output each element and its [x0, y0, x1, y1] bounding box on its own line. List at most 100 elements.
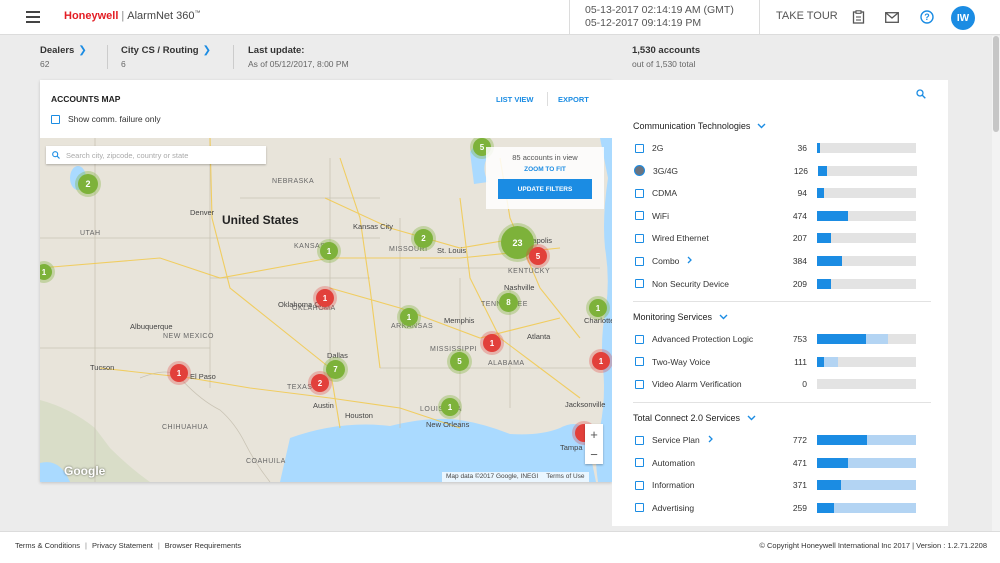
filter-checkbox[interactable] — [635, 480, 644, 490]
filter-checkbox-selected[interactable] — [634, 165, 645, 177]
scrollbar-thumb[interactable] — [993, 36, 999, 132]
update-filters-button[interactable]: UPDATE FILTERS — [498, 179, 592, 199]
count-bar-fill — [817, 502, 834, 513]
filter-row[interactable]: Information 371 — [635, 478, 931, 492]
filter-row[interactable]: Wired Ethernet 207 — [635, 231, 931, 245]
filter-row[interactable]: Advanced Protection Logic 753 — [635, 332, 931, 346]
search-icon[interactable] — [916, 86, 926, 104]
filter-row[interactable]: 3G/4G 126 — [634, 164, 931, 178]
comm-failure-checkbox[interactable] — [51, 114, 60, 124]
app-name: AlarmNet 360 — [127, 10, 195, 22]
map-cluster-marker[interactable]: 2 — [78, 174, 98, 194]
page-scrollbar[interactable] — [992, 36, 1000, 531]
filter-checkbox[interactable] — [635, 357, 644, 367]
filter-checkbox[interactable] — [635, 256, 644, 266]
filter-checkbox[interactable] — [635, 233, 644, 243]
terms-of-use-link[interactable]: Terms of Use — [546, 473, 584, 481]
filter-row[interactable]: Advertising 259 — [635, 501, 931, 515]
filter-label-wrap: 3G/4G — [653, 166, 763, 176]
map-cluster-marker[interactable]: 1 — [400, 308, 418, 326]
map-cluster-marker[interactable]: 1 — [320, 242, 338, 260]
list-view-link[interactable]: LIST VIEW — [496, 95, 534, 104]
map-cluster-marker[interactable]: 2 — [311, 374, 329, 392]
filter-row[interactable]: Service Plan 772 — [635, 433, 931, 447]
filter-checkbox[interactable] — [635, 279, 644, 289]
filter-checkbox[interactable] — [635, 458, 644, 468]
map-cluster-marker[interactable]: 7 — [326, 360, 345, 379]
terms-link[interactable]: Terms & Conditions — [15, 541, 80, 550]
map-cluster-marker[interactable]: 5 — [450, 352, 469, 371]
notes-icon[interactable] — [850, 9, 866, 25]
count-bar-fill — [817, 435, 867, 445]
take-tour-link[interactable]: TAKE TOUR — [776, 10, 838, 22]
filter-checkbox[interactable] — [635, 143, 644, 153]
map-label-city: Tucson — [90, 363, 115, 372]
map-cluster-marker[interactable]: 1 — [483, 334, 501, 352]
map-search-box[interactable] — [46, 146, 266, 164]
filter-checkbox[interactable] — [635, 435, 644, 445]
zoom-out-button[interactable]: − — [585, 444, 603, 464]
menu-icon[interactable] — [26, 11, 40, 23]
filter-checkbox[interactable] — [635, 334, 644, 344]
filter-row[interactable]: CDMA 94 — [635, 186, 931, 200]
chevron-right-icon[interactable] — [687, 256, 693, 266]
map-cluster-marker[interactable]: 1 — [170, 364, 188, 382]
map-cluster-marker[interactable]: 5 — [529, 247, 547, 265]
filter-row[interactable]: 2G 36 — [635, 141, 931, 155]
filter-row[interactable]: Automation 471 — [635, 456, 931, 470]
chevron-right-icon[interactable] — [708, 435, 713, 445]
count-bar-fill — [817, 233, 831, 244]
brand-logo[interactable]: Honeywell | AlarmNet 360™ — [64, 10, 201, 22]
filter-checkbox[interactable] — [635, 379, 644, 389]
count-bar-fill — [817, 480, 841, 491]
footer-separator: | — [85, 541, 87, 550]
map-cluster-marker[interactable]: 8 — [499, 293, 518, 312]
map-cluster-marker[interactable]: 1 — [592, 352, 610, 370]
filter-group-title[interactable]: Monitoring Services — [633, 312, 728, 322]
help-icon[interactable]: ? — [919, 9, 935, 25]
city-routing-title[interactable]: City CS / Routing ❯ — [121, 45, 211, 56]
dealers-title[interactable]: Dealers ❯ — [40, 45, 87, 56]
accounts-summary: 1,530 accounts out of 1,530 total — [632, 45, 700, 69]
accounts-map[interactable]: United States NEBRASKA KANSAS MISSOURI O… — [40, 138, 612, 482]
map-cluster-marker[interactable]: 1 — [441, 398, 459, 416]
export-link[interactable]: EXPORT — [558, 95, 589, 104]
search-icon — [52, 146, 60, 164]
zoom-to-fit-link[interactable]: ZOOM TO FIT — [486, 166, 604, 173]
map-label-city: Houston — [345, 411, 373, 420]
filter-label: 3G/4G — [653, 165, 679, 176]
top-bar: Honeywell | AlarmNet 360™ 05-13-2017 02:14… — [0, 0, 1000, 35]
user-avatar[interactable]: IW — [951, 6, 975, 30]
map-label-city: Kansas City — [353, 222, 394, 231]
dealers-summary[interactable]: Dealers ❯ 62 — [40, 45, 87, 69]
chevron-down-icon[interactable] — [747, 413, 756, 423]
filter-row[interactable]: Two-Way Voice 111 — [635, 355, 931, 369]
filter-label: 2G — [652, 143, 664, 153]
browser-requirements-link[interactable]: Browser Requirements — [165, 541, 241, 550]
map-search-input[interactable] — [66, 150, 256, 160]
city-routing-count: 6 — [121, 59, 126, 69]
city-routing-summary[interactable]: City CS / Routing ❯ 6 — [121, 45, 211, 69]
map-label-city: Dallas — [327, 351, 348, 360]
filter-group-title[interactable]: Total Connect 2.0 Services — [633, 413, 756, 423]
privacy-link[interactable]: Privacy Statement — [92, 541, 153, 550]
map-cluster-marker[interactable]: 1 — [589, 299, 607, 317]
last-update-label: Last update: — [248, 45, 305, 56]
chevron-down-icon[interactable] — [757, 121, 766, 131]
map-label-city: El Paso — [190, 372, 216, 381]
map-cluster-marker[interactable]: 2 — [414, 229, 433, 248]
filter-group-title[interactable]: Communication Technologies — [633, 121, 766, 131]
filter-row[interactable]: WiFi 474 — [635, 209, 931, 223]
map-cluster-marker[interactable]: 1 — [316, 289, 334, 307]
filter-row[interactable]: Video Alarm Verification 0 — [635, 377, 931, 391]
filter-checkbox[interactable] — [635, 503, 644, 513]
mail-icon[interactable] — [884, 9, 900, 25]
filter-checkbox[interactable] — [635, 211, 644, 221]
filter-row[interactable]: Non Security Device 209 — [635, 277, 931, 291]
filter-row[interactable]: Combo 384 — [635, 254, 931, 268]
comm-failure-toggle[interactable]: Show comm. failure only — [51, 114, 161, 124]
filter-group-label: Monitoring Services — [633, 312, 713, 322]
filter-checkbox[interactable] — [635, 188, 644, 198]
zoom-in-button[interactable]: + — [585, 424, 603, 444]
chevron-down-icon[interactable] — [719, 312, 728, 322]
